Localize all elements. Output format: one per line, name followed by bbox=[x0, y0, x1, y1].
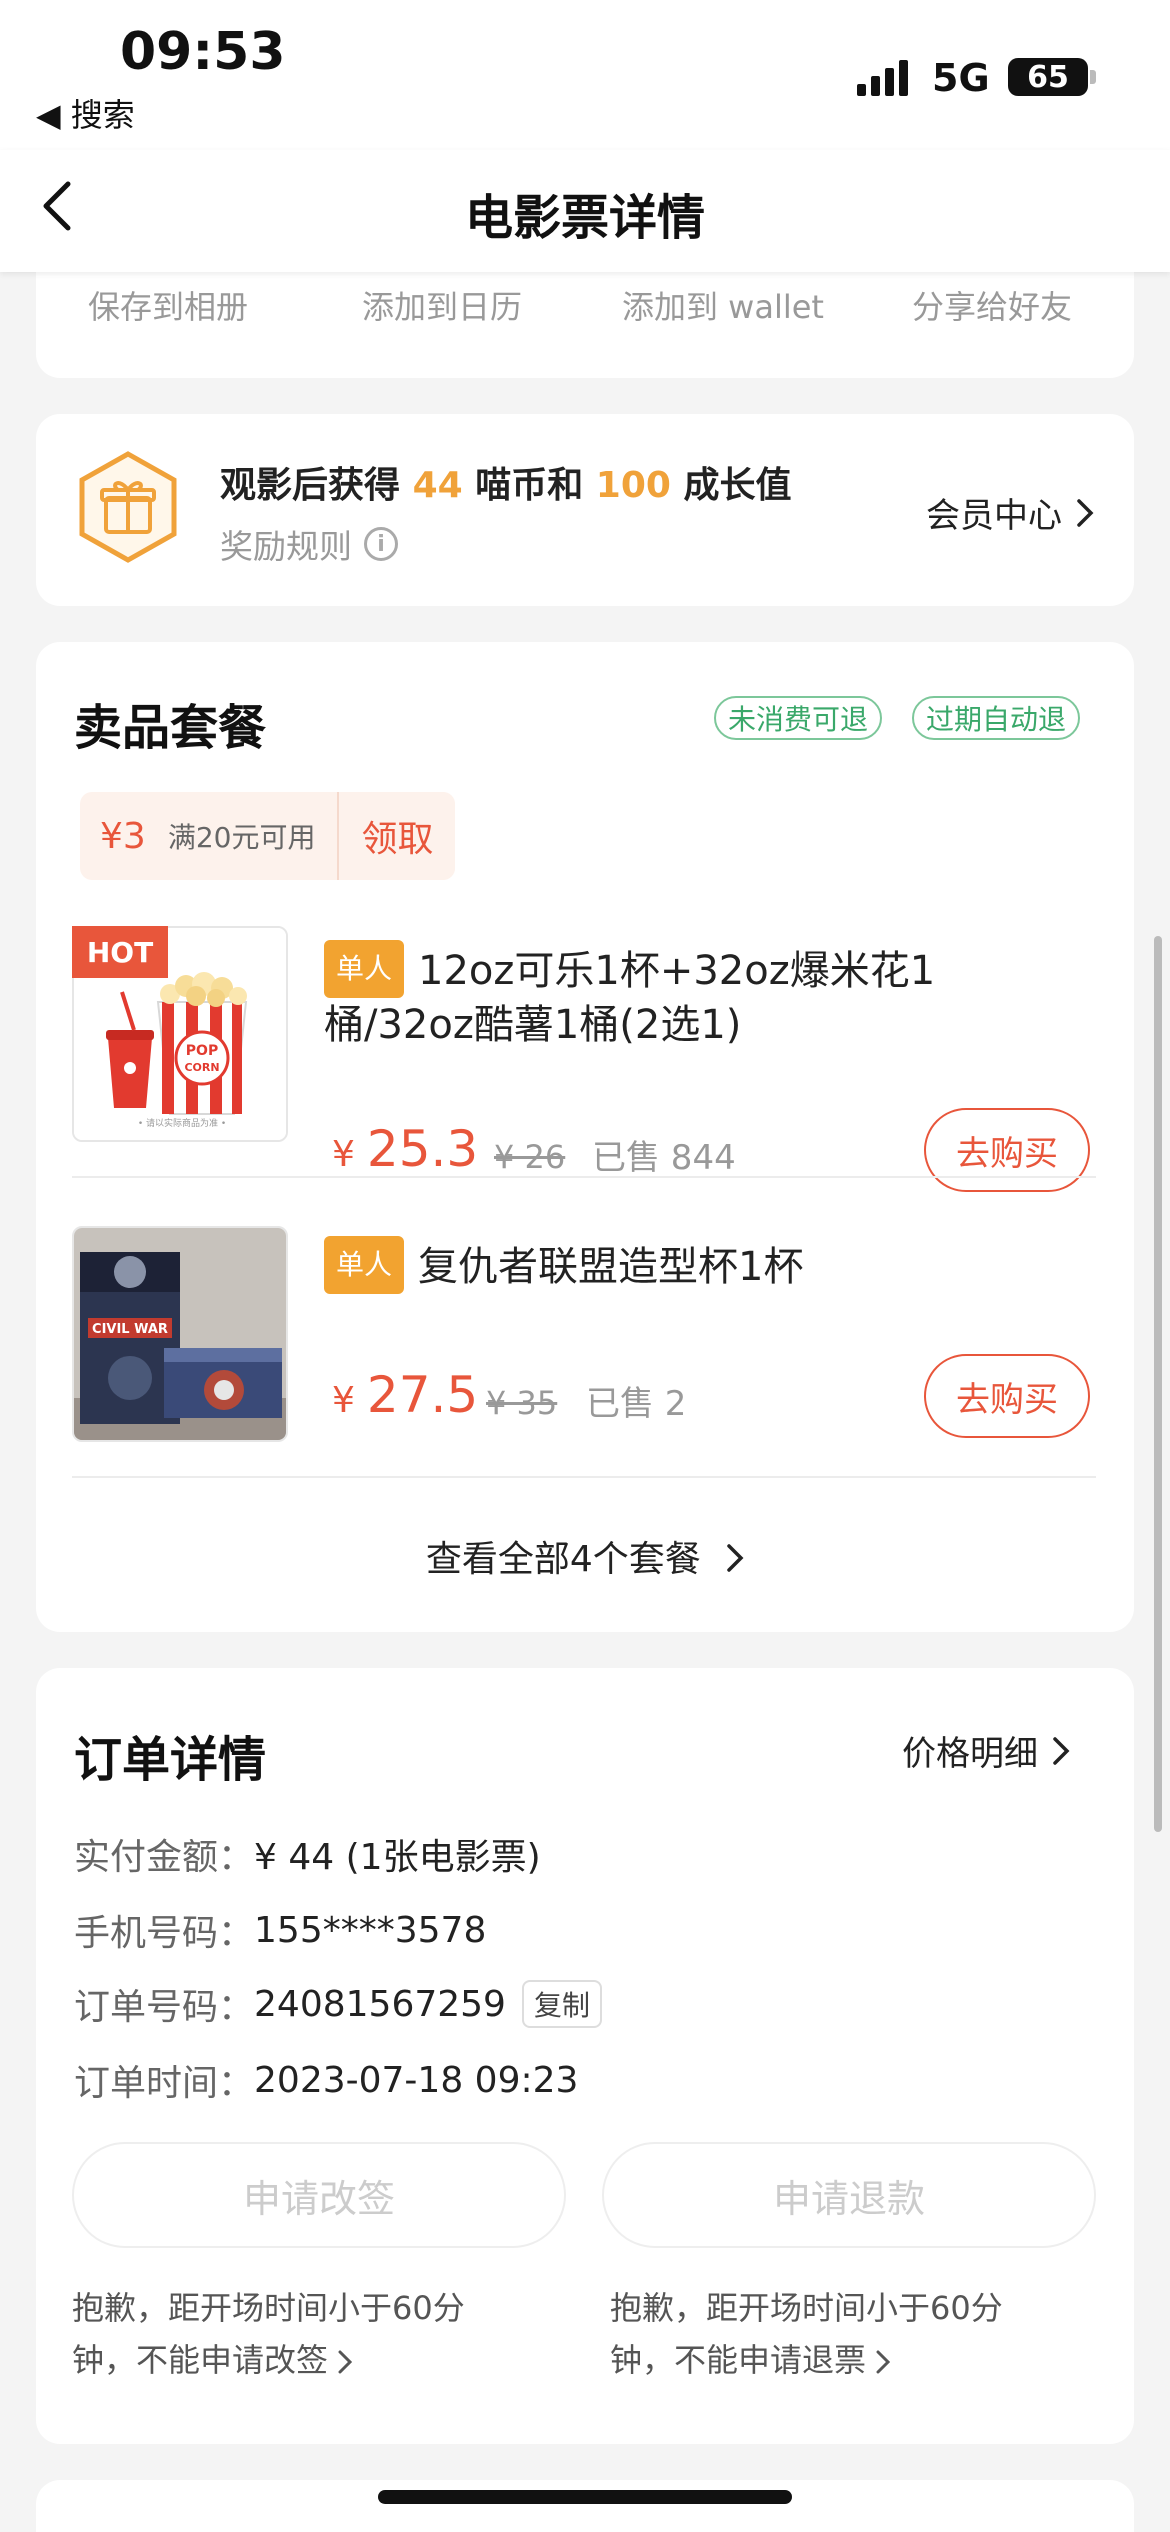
order-section-title: 订单详情 bbox=[74, 1732, 267, 1788]
reward-coins: 44 bbox=[412, 465, 463, 506]
next-card bbox=[36, 2480, 1134, 2532]
order-row-amount: 实付金额： ¥ 44 (1张电影票) bbox=[74, 1828, 541, 1880]
row-label: 实付金额： bbox=[74, 1837, 255, 1878]
product-name[interactable]: 单人 复仇者联盟造型杯1杯 bbox=[324, 1236, 1084, 1294]
product-image-note: • 请以实际商品为准 • bbox=[137, 1119, 227, 1129]
item-divider bbox=[72, 1176, 1096, 1178]
snack-section-title: 卖品套餐 bbox=[74, 700, 267, 756]
reward-rules-label: 奖励规则 bbox=[220, 527, 352, 566]
sold-count: 已售 844 bbox=[592, 1138, 736, 1178]
add-to-wallet-button[interactable]: 添加到 wallet bbox=[622, 282, 824, 328]
battery-level: 65 bbox=[1027, 59, 1069, 95]
product-name[interactable]: 单人 12oz可乐1杯+32oz爆米花1桶/32oz酷薯1桶(2选1) bbox=[324, 940, 1084, 1052]
svg-text:POP: POP bbox=[186, 1043, 218, 1059]
claim-coupon-button[interactable]: 领取 bbox=[337, 792, 456, 880]
reward-rules-link[interactable]: 奖励规则 i bbox=[220, 520, 398, 568]
avengers-cup-image[interactable]: CIVIL WAR bbox=[72, 1226, 288, 1442]
order-row-time: 订单时间： 2023-07-18 09:23 bbox=[74, 2054, 578, 2106]
row-label: 订单时间： bbox=[74, 2063, 255, 2104]
hot-badge: HOT bbox=[72, 926, 168, 978]
reward-summary: 观影后获得 44 喵币和 100 成长值 bbox=[220, 456, 792, 508]
reward-coin-label: 喵币和 bbox=[475, 465, 584, 506]
refund-note-text: 抱歉，距开场时间小于60分钟，不能申请退票 bbox=[610, 2289, 1003, 2379]
original-price: ¥ 26 bbox=[494, 1138, 566, 1176]
row-label: 订单号码： bbox=[74, 1987, 255, 2028]
gift-icon bbox=[79, 451, 177, 563]
coupon-condition: 满20元可用 bbox=[167, 821, 316, 854]
chevron-right-icon bbox=[338, 2350, 353, 2374]
reward-prefix: 观影后获得 bbox=[220, 465, 401, 506]
member-center-link[interactable]: 会员中心 bbox=[926, 488, 1094, 537]
info-icon: i bbox=[364, 527, 398, 561]
status-time: 09:53 bbox=[120, 22, 286, 82]
price-currency: ¥ bbox=[332, 1134, 355, 1175]
share-to-friend-button[interactable]: 分享给好友 bbox=[912, 282, 1072, 328]
network-type: 5G bbox=[932, 56, 990, 100]
order-row-number: 订单号码： 24081567259 复制 bbox=[74, 1978, 602, 2030]
chevron-right-icon bbox=[1077, 498, 1094, 527]
product-name-text: 复仇者联盟造型杯1杯 bbox=[418, 1244, 804, 1290]
page-title: 电影票详情 bbox=[464, 190, 705, 246]
row-label: 手机号码： bbox=[74, 1913, 255, 1954]
row-value: ¥ 44 (1张电影票) bbox=[254, 1837, 541, 1878]
product-price: ¥25.3 bbox=[332, 1120, 478, 1178]
price-detail-label: 价格明细 bbox=[902, 1734, 1038, 1774]
chevron-right-icon bbox=[727, 1544, 744, 1572]
price-value: 27.5 bbox=[366, 1366, 479, 1424]
reschedule-button[interactable]: 申请改签 bbox=[72, 2142, 566, 2248]
view-all-packages-link[interactable]: 查看全部4个套餐 bbox=[0, 1530, 1170, 1582]
copy-order-number-button[interactable]: 复制 bbox=[521, 1980, 602, 2028]
home-indicator[interactable] bbox=[378, 2490, 792, 2504]
row-value: 24081567259 bbox=[254, 1983, 506, 2025]
row-value: 155****3578 bbox=[254, 1909, 487, 1951]
product-price: ¥27.5 bbox=[332, 1366, 478, 1424]
reward-growth-label: 成长值 bbox=[683, 465, 792, 506]
item-divider bbox=[72, 1476, 1096, 1478]
reward-growth: 100 bbox=[595, 465, 671, 506]
refund-note[interactable]: 抱歉，距开场时间小于60分钟，不能申请退票 bbox=[610, 2282, 1050, 2386]
order-row-phone: 手机号码： 155****3578 bbox=[74, 1904, 486, 1956]
view-all-label: 查看全部4个套餐 bbox=[425, 1539, 701, 1580]
chevron-right-icon bbox=[876, 2350, 891, 2374]
member-center-label: 会员中心 bbox=[926, 496, 1062, 536]
single-person-badge: 单人 bbox=[324, 1236, 405, 1294]
refund-button[interactable]: 申请退款 bbox=[602, 2142, 1096, 2248]
coupon-card: ¥3 满20元可用 领取 bbox=[80, 792, 456, 880]
scrollbar[interactable] bbox=[1154, 936, 1162, 1832]
sold-count: 已售 2 bbox=[586, 1384, 687, 1424]
product-name-text: 12oz可乐1杯+32oz爆米花1桶/32oz酷薯1桶(2选1) bbox=[324, 948, 936, 1048]
row-value: 2023-07-18 09:23 bbox=[254, 2059, 579, 2101]
reschedule-note-text: 抱歉，距开场时间小于60分钟，不能申请改签 bbox=[72, 2289, 465, 2379]
buy-button[interactable]: 去购买 bbox=[924, 1108, 1090, 1192]
svg-text:CORN: CORN bbox=[184, 1061, 219, 1074]
avengers-cup-illustration: CIVIL WAR bbox=[74, 1228, 286, 1440]
price-value: 25.3 bbox=[366, 1120, 479, 1178]
single-person-badge: 单人 bbox=[324, 940, 405, 998]
tag-refundable: 未消费可退 bbox=[714, 696, 883, 740]
reschedule-note[interactable]: 抱歉，距开场时间小于60分钟，不能申请改签 bbox=[72, 2282, 512, 2386]
price-detail-link[interactable]: 价格明细 bbox=[902, 1726, 1070, 1775]
save-to-album-button[interactable]: 保存到相册 bbox=[88, 282, 248, 328]
back-to-search-link[interactable]: ◀ 搜索 bbox=[36, 90, 135, 136]
civil-war-text: CIVIL WAR bbox=[92, 1322, 168, 1337]
cellular-signal-icon bbox=[857, 60, 908, 96]
original-price: ¥ 35 bbox=[486, 1384, 558, 1422]
battery-tip bbox=[1090, 70, 1096, 84]
add-to-calendar-button[interactable]: 添加到日历 bbox=[362, 282, 522, 328]
tag-auto-refund: 过期自动退 bbox=[912, 696, 1081, 740]
battery-icon: 65 bbox=[1008, 58, 1088, 96]
chevron-right-icon bbox=[1053, 1736, 1070, 1765]
price-currency: ¥ bbox=[332, 1380, 355, 1421]
coupon-amount: ¥3 bbox=[100, 815, 146, 857]
buy-button[interactable]: 去购买 bbox=[924, 1354, 1090, 1438]
